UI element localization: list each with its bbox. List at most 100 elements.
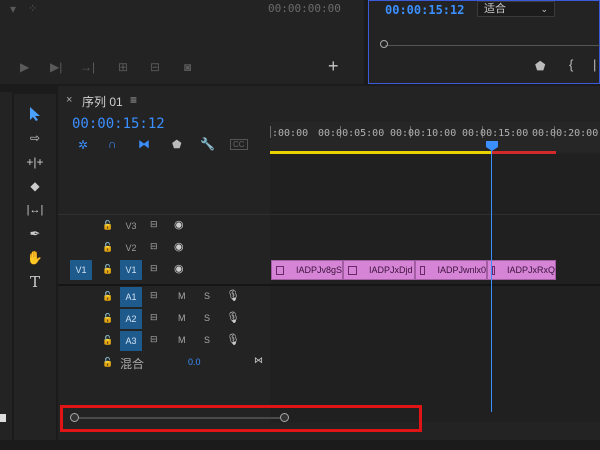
add-button[interactable]: +: [328, 56, 339, 77]
clip-name: IADPJxRxQ: [506, 265, 555, 275]
track-area[interactable]: [270, 154, 600, 422]
video-clip[interactable]: IADPJv8gS: [271, 260, 343, 280]
solo-button[interactable]: S: [204, 335, 210, 345]
fx-badge-icon: [276, 265, 284, 275]
fit-label: 适合: [484, 3, 506, 15]
step-forward-icon[interactable]: ▶|: [50, 60, 62, 74]
solo-button[interactable]: S: [204, 291, 210, 301]
track-label[interactable]: V1: [120, 260, 142, 280]
overwrite-icon[interactable]: ⊟: [150, 60, 160, 74]
lock-icon[interactable]: 🔓: [102, 264, 113, 275]
ruler-tick: [270, 126, 271, 138]
insert-icon[interactable]: →|: [80, 60, 95, 74]
fx-badge-icon: [420, 265, 426, 275]
fx-badge-icon: [492, 265, 495, 275]
lock-icon[interactable]: 🔓: [102, 357, 113, 368]
type-tool-icon[interactable]: T: [23, 272, 47, 292]
track-select-tool-icon[interactable]: ⇨: [23, 128, 47, 148]
timeline-panel: × 序列 01 ≡ 00:00:15:12 ✲ ∩ ⧓ ⬟ 🔧 CC :00:0…: [58, 86, 600, 440]
mark-out-icon[interactable]: |: [593, 57, 596, 72]
track-label[interactable]: A1: [120, 287, 142, 307]
tools-panel: ⇨ +|+ ◆ |↔| ✒ ✋ T: [14, 94, 56, 440]
ruler-label: :00:00: [272, 128, 309, 139]
razor-tool-icon[interactable]: ◆: [23, 176, 47, 196]
sync-lock-icon[interactable]: ⊟: [150, 290, 158, 301]
panel-edge-marker: [0, 414, 6, 422]
microphone-icon[interactable]: 🎙: [226, 333, 240, 346]
mute-button[interactable]: M: [178, 335, 186, 345]
track-header-v1: V1 🔓 V1 ⊟ ◉: [58, 259, 270, 281]
grip-icon: ⁘: [28, 3, 38, 15]
nest-icon[interactable]: ✲: [78, 138, 88, 152]
timeline-timecode[interactable]: 00:00:15:12: [72, 116, 165, 132]
track-header-mix: 🔓 混合 0.0 ⋈: [58, 352, 270, 374]
hand-tool-icon[interactable]: ✋: [23, 248, 47, 268]
play-icon[interactable]: ▶: [20, 60, 29, 74]
mix-endpoint-icon[interactable]: ⋈: [254, 355, 263, 366]
source-patch-v1[interactable]: V1: [70, 260, 92, 280]
lock-icon[interactable]: 🔓: [102, 220, 113, 231]
source-monitor: ▾ ⁘ 00:00:00:00 ▶ ▶| →| ⊞ ⊟ ◙ +: [0, 0, 364, 84]
mark-in-icon[interactable]: {: [569, 57, 573, 72]
marker-icon[interactable]: ⬟: [535, 59, 545, 73]
add-marker-icon[interactable]: ⬟: [172, 138, 182, 151]
linked-selection-icon[interactable]: ⧓: [138, 137, 150, 151]
slip-tool-icon[interactable]: |↔|: [23, 200, 47, 220]
clip-name: IADPJv8gS: [295, 265, 342, 275]
dropdown-icon[interactable]: ▾: [10, 2, 16, 16]
wrench-icon[interactable]: 🔧: [200, 137, 215, 151]
ruler-label: 00:00:20:00: [532, 128, 599, 139]
track-header-a3: 🔓 A3 ⊟ M S 🎙: [58, 330, 270, 352]
left-strip: [0, 92, 12, 440]
camera-icon[interactable]: ◙: [184, 60, 191, 74]
sync-lock-icon[interactable]: ⊟: [150, 263, 158, 274]
pen-tool-icon[interactable]: ✒: [23, 224, 47, 244]
eye-icon[interactable]: ◉: [174, 262, 184, 275]
lock-icon[interactable]: 🔓: [102, 335, 113, 346]
lock-icon[interactable]: 🔓: [102, 242, 113, 253]
ripple-edit-tool-icon[interactable]: +|+: [23, 152, 47, 172]
sync-lock-icon[interactable]: ⊟: [150, 241, 158, 252]
video-clip[interactable]: IADPJxRxQ: [487, 260, 556, 280]
solo-button[interactable]: S: [204, 313, 210, 323]
microphone-icon[interactable]: 🎙: [226, 311, 240, 324]
track-label[interactable]: V2: [120, 238, 142, 258]
sync-lock-icon[interactable]: ⊟: [150, 312, 158, 323]
fx-badge-icon: [348, 265, 357, 275]
lock-icon[interactable]: 🔓: [102, 313, 113, 324]
track-header-a2: 🔓 A2 ⊟ M S 🎙: [58, 308, 270, 330]
sync-lock-icon[interactable]: ⊟: [150, 219, 158, 230]
panel-menu-icon[interactable]: ≡: [130, 93, 137, 107]
mix-label: 混合: [120, 357, 145, 371]
clip-name: IADPJxDjd: [369, 265, 413, 275]
selection-tool-icon[interactable]: [23, 104, 47, 124]
track-label[interactable]: A3: [120, 331, 142, 351]
insert-clip-icon[interactable]: ⊞: [118, 60, 128, 74]
video-clip[interactable]: IADPJwnlx0: [415, 260, 487, 280]
program-monitor: 00:00:15:12 适合 ⌄ ⬟ { |: [368, 0, 600, 84]
eye-icon[interactable]: ◉: [174, 240, 184, 253]
microphone-icon[interactable]: 🎙: [226, 289, 240, 302]
sync-lock-icon[interactable]: ⊟: [150, 334, 158, 345]
mute-button[interactable]: M: [178, 313, 186, 323]
video-clip[interactable]: IADPJxDjd: [343, 260, 415, 280]
lock-icon[interactable]: 🔓: [102, 291, 113, 302]
close-tab-button[interactable]: ×: [66, 94, 72, 106]
ruler-label: 00:00:15:00: [462, 128, 529, 139]
eye-icon[interactable]: ◉: [174, 218, 184, 231]
sequence-tab[interactable]: 序列 01: [82, 93, 123, 110]
program-scrubber[interactable]: [385, 45, 600, 46]
captions-icon[interactable]: CC: [230, 139, 248, 150]
playhead-line[interactable]: [491, 150, 492, 412]
snap-icon[interactable]: ∩: [108, 137, 117, 151]
clip-name: IADPJwnlx0: [437, 265, 486, 275]
ruler-label: 00:00:05:00: [318, 128, 385, 139]
source-timecode: 00:00:00:00: [268, 2, 341, 15]
fit-dropdown[interactable]: 适合 ⌄: [477, 1, 555, 17]
mute-button[interactable]: M: [178, 291, 186, 301]
program-scrubber-handle[interactable]: [380, 40, 388, 48]
program-timecode: 00:00:15:12: [385, 3, 465, 17]
track-label[interactable]: V3: [120, 216, 142, 236]
track-label[interactable]: A2: [120, 309, 142, 329]
mix-volume-value[interactable]: 0.0: [188, 357, 201, 367]
